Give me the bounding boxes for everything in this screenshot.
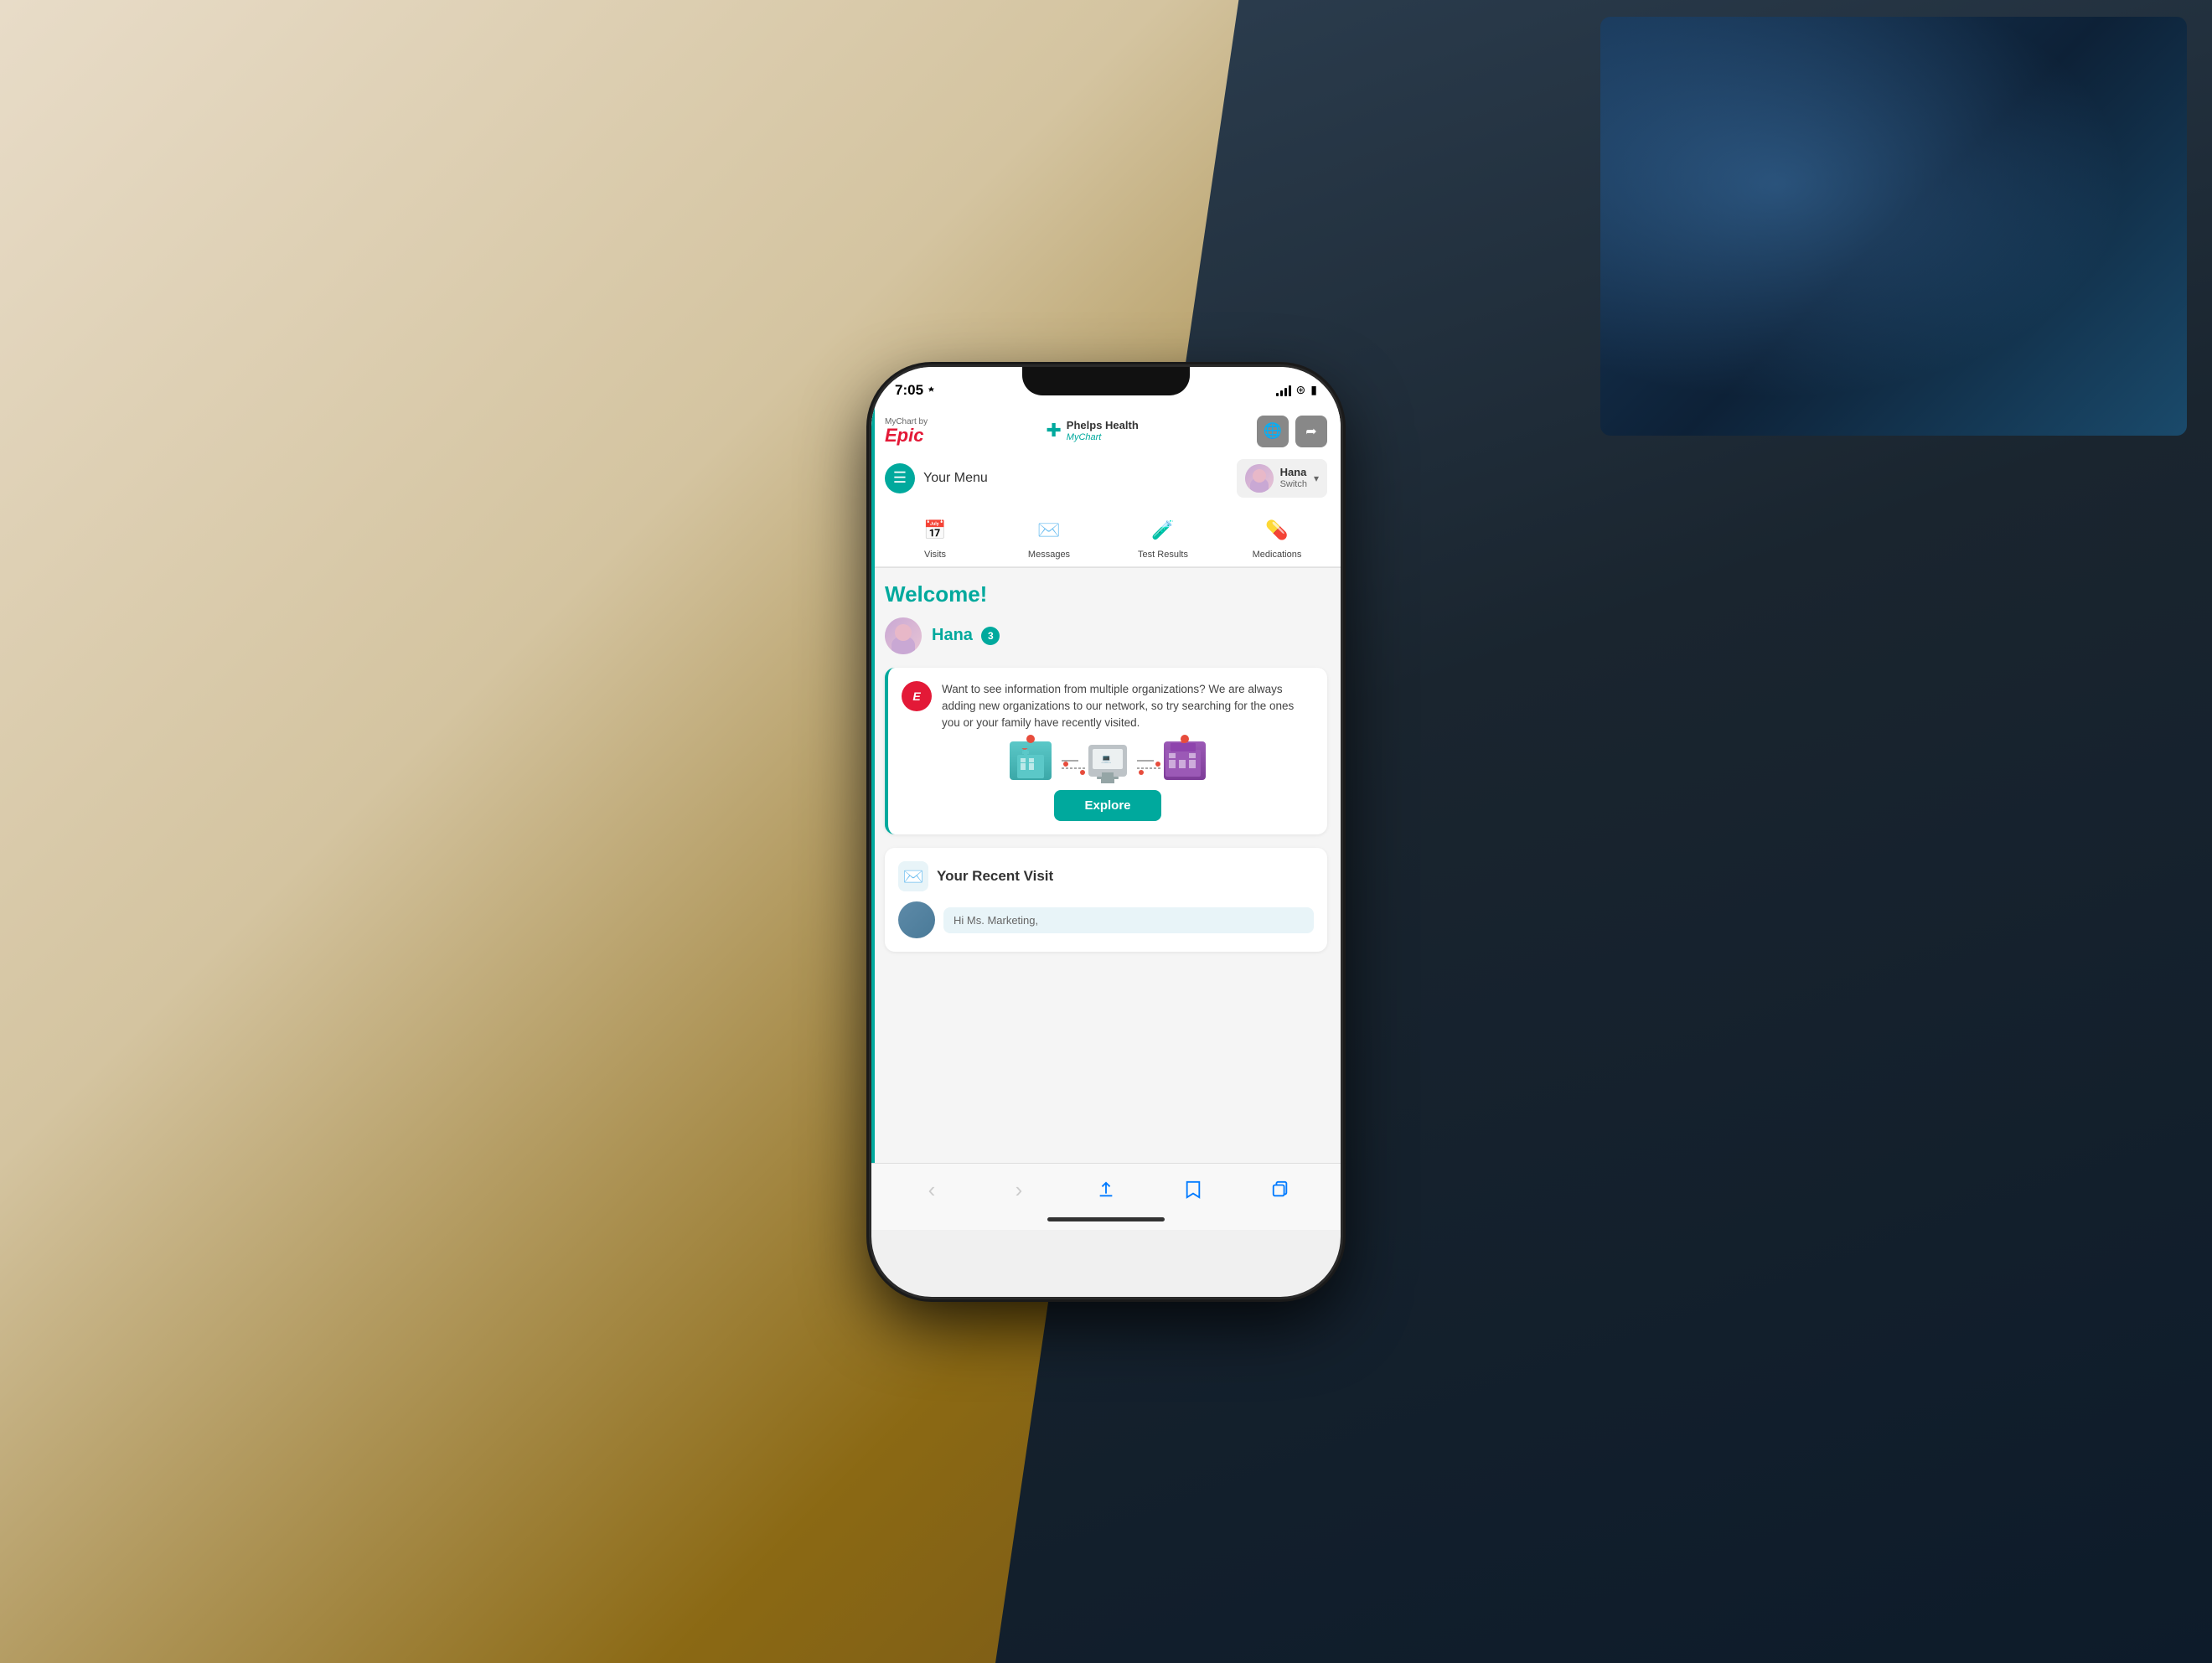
visits-label: Visits [924, 550, 946, 560]
card-header-row: E Want to see information from multiple … [902, 681, 1314, 732]
globe-button[interactable]: 🌐 [1257, 416, 1289, 447]
mychart-logo: MyChart by Epic [885, 418, 928, 445]
greeting-avatar [885, 617, 922, 654]
forward-button[interactable]: › [1004, 1175, 1034, 1205]
forward-icon: › [1016, 1177, 1023, 1203]
phone-device: 7:05 ⊛ ▮ [871, 367, 1341, 1297]
hospital-building-icon [1010, 741, 1052, 780]
explore-button[interactable]: Explore [1054, 790, 1160, 821]
info-card: E Want to see information from multiple … [885, 668, 1327, 835]
menu-label: Your Menu [923, 471, 988, 486]
card-body-text: Want to see information from multiple or… [942, 681, 1314, 732]
signal-icon [1276, 385, 1291, 396]
avatar [1245, 464, 1274, 493]
bookmarks-button[interactable] [1178, 1175, 1208, 1205]
wifi-icon: ⊛ [1296, 383, 1306, 397]
network-illustration: 💻 [902, 741, 1314, 780]
menu-button[interactable]: ☰ Your Menu [885, 463, 988, 493]
status-icons: ⊛ ▮ [1276, 383, 1317, 397]
epic-wordmark: Epic [885, 426, 928, 445]
greeting-name-row: Hana 3 [932, 626, 1000, 646]
tabs-button[interactable] [1265, 1175, 1295, 1205]
user-switch-label: Switch [1280, 479, 1307, 490]
envelope-icon: ✉️ [898, 861, 928, 891]
phelps-text: Phelps Health MyChart [1067, 420, 1139, 442]
svg-text:💻: 💻 [1101, 755, 1112, 764]
visit-message-preview: Hi Ms. Marketing, [943, 907, 1314, 933]
phelps-logo: ✚ Phelps Health MyChart [1046, 420, 1138, 442]
bookmarks-icon [1184, 1180, 1202, 1199]
tabs-icon [1271, 1180, 1289, 1199]
test-results-icon: 🧪 [1147, 514, 1179, 546]
home-indicator [1047, 1217, 1165, 1221]
user-greeting: Hana 3 [885, 617, 1327, 654]
status-time: 7:05 [895, 382, 937, 399]
share-icon [1097, 1180, 1115, 1199]
app-header: MyChart by Epic ✚ Phelps Health MyChart [871, 407, 1341, 568]
hamburger-icon: ☰ [885, 463, 915, 493]
medications-label: Medications [1253, 550, 1302, 560]
user-name-display: Hana [1280, 466, 1307, 479]
chevron-down-icon: ▾ [1314, 473, 1319, 484]
user-menu-row: ☰ Your Menu Hana Switch [871, 454, 1341, 506]
header-top: MyChart by Epic ✚ Phelps Health MyChart [871, 407, 1341, 454]
doctor-avatar [898, 901, 935, 938]
network-connector [1062, 760, 1078, 762]
nav-medications[interactable]: 💊 Medications [1220, 514, 1334, 560]
user-name-block: Hana Switch [1280, 466, 1307, 490]
clinic-building-icon [1164, 741, 1206, 780]
header-actions: 🌐 ➦ [1257, 416, 1327, 447]
visit-card-title: Your Recent Visit [937, 868, 1053, 885]
notification-badge: 3 [981, 627, 1000, 645]
visits-icon: 📅 [919, 514, 951, 546]
hamburger-lines: ☰ [893, 469, 907, 487]
phelps-mychart-label: MyChart [1067, 432, 1139, 442]
test-results-label: Test Results [1138, 550, 1188, 560]
card-accent [871, 568, 875, 1230]
doctor-preview: Hi Ms. Marketing, [898, 901, 1314, 938]
welcome-title: Welcome! [885, 581, 1327, 607]
back-icon: ‹ [928, 1177, 936, 1203]
main-scroll-area: Welcome! Hana 3 E Want [871, 568, 1341, 1230]
battery-icon: ▮ [1310, 383, 1317, 397]
phelps-health-label: Phelps Health [1067, 420, 1139, 431]
epic-logo-small: E [902, 681, 932, 711]
nav-messages[interactable]: ✉️ Messages [992, 514, 1106, 560]
user-profile-button[interactable]: Hana Switch ▾ [1237, 459, 1327, 498]
back-button[interactable]: ‹ [917, 1175, 947, 1205]
phone-wrapper: 7:05 ⊛ ▮ [871, 367, 1341, 1297]
visit-card-header: ✉️ Your Recent Visit [898, 861, 1314, 891]
medications-icon: 💊 [1261, 514, 1293, 546]
phone-notch [1022, 367, 1190, 395]
network-connector-2 [1137, 760, 1154, 762]
globe-icon: 🌐 [1264, 422, 1282, 440]
signout-button[interactable]: ➦ [1295, 416, 1327, 447]
visit-card: ✉️ Your Recent Visit Hi Ms. Marketing, [885, 848, 1327, 952]
quick-nav: 📅 Visits ✉️ Messages 🧪 Test Results [871, 506, 1341, 567]
avatar-face [1245, 464, 1274, 493]
time-display: 7:05 [895, 382, 923, 399]
greeting-name: Hana [932, 626, 973, 644]
phone-screen: 7:05 ⊛ ▮ [871, 367, 1341, 1297]
screen-content: MyChart by Epic ✚ Phelps Health MyChart [871, 407, 1341, 1230]
nav-visits[interactable]: 📅 Visits [878, 514, 992, 560]
share-button[interactable] [1091, 1175, 1121, 1205]
signout-icon: ➦ [1305, 423, 1316, 440]
messages-icon: ✉️ [1033, 514, 1065, 546]
location-icon [927, 385, 937, 395]
nav-test-results[interactable]: 🧪 Test Results [1106, 514, 1220, 560]
cross-icon: ✚ [1046, 420, 1061, 442]
computer-monitor-icon: 💻 [1088, 745, 1127, 777]
messages-label: Messages [1028, 550, 1070, 560]
